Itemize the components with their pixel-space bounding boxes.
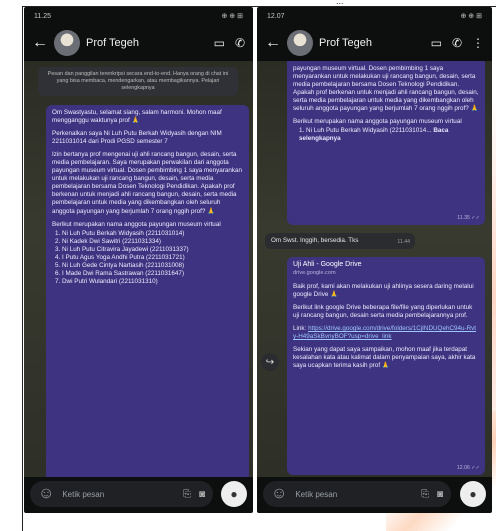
- message-text: payungan museum virtual. Dosen pembimbin…: [293, 65, 479, 113]
- list-item: 1. Ni Luh Putu Berkah Widyasih (22110310…: [299, 127, 449, 143]
- link-preview-title[interactable]: Uji Ahli - Google Drive: [293, 261, 479, 270]
- list-item: Ni Luh Putu Berkah Widyasih (2211031014): [62, 230, 243, 238]
- emoji-icon[interactable]: ☺: [38, 485, 54, 503]
- chat-area[interactable]: payungan museum virtual. Dosen pembimbin…: [257, 61, 492, 477]
- list-item: Dwi Putri Wulandari (2211031310): [62, 278, 243, 286]
- message-time: 11.35 ✓✓: [457, 215, 480, 222]
- link-preview-domain: drive.google.com: [293, 269, 336, 276]
- message-text: Om Swst. Inggih, bersedia. Tks: [271, 237, 359, 244]
- chat-header: ← Prof Tegeh ▭ ✆: [24, 27, 253, 59]
- message-text: Sekian yang dapat saya sampaikan, mohon …: [293, 346, 476, 370]
- status-bar: 11.25 ⊕ ⊕ ⊞: [24, 7, 253, 25]
- chat-header: ← Prof Tegeh ▭ ✆ ⋮: [257, 27, 492, 59]
- avatar[interactable]: [54, 30, 80, 56]
- video-call-icon[interactable]: ▭: [214, 36, 225, 50]
- message-text: Berikut link google Drive beberapa file/…: [293, 304, 473, 320]
- chat-area[interactable]: Pesan dan panggilan terenkripsi secara e…: [24, 61, 253, 477]
- more-options-icon[interactable]: ⋮: [472, 36, 484, 50]
- message-text: Baik prof, kami akan melakukan uji ahlin…: [293, 283, 474, 299]
- message-composer[interactable]: ☺ Ketik pesan ⎘ ◙: [263, 481, 451, 507]
- status-time: 12.07: [267, 12, 285, 20]
- back-arrow-icon[interactable]: ←: [265, 34, 283, 52]
- outgoing-message[interactable]: payungan museum virtual. Dosen pembimbin…: [287, 61, 485, 225]
- screenshot-right: 12.07 ⊕ ⊕ ⊞ ← Prof Tegeh ▭ ✆ ⋮ payungan …: [257, 7, 492, 513]
- header-partial-text: ...: [336, 0, 344, 6]
- status-bar: 12.07 ⊕ ⊕ ⊞: [257, 7, 492, 25]
- list-item: I Made Dwi Rama Sastrawan (2211031647): [62, 270, 243, 278]
- attach-icon[interactable]: ⎘: [421, 489, 429, 500]
- status-icons: ⊕ ⊕ ⊞: [460, 13, 483, 20]
- video-call-icon[interactable]: ▭: [431, 36, 442, 50]
- message-text: Berikut merupakan nama anggota payungan …: [293, 118, 462, 126]
- message-text: Perkenalkan saya Ni Luh Putu Berkah Widy…: [52, 130, 222, 146]
- back-arrow-icon[interactable]: ←: [32, 34, 50, 52]
- list-item: Ni Kadek Dwi Sawitri (2211031334): [62, 238, 243, 246]
- message-time: 12.06 ✓✓: [456, 465, 480, 472]
- mic-button[interactable]: ●: [221, 481, 247, 507]
- mic-button[interactable]: ●: [460, 481, 486, 507]
- member-name: Ni Luh Putu Berkah Widyasih (2211031014.…: [306, 127, 432, 135]
- list-item: Ni Luh Putu Citravira Jayadewi (22110313…: [62, 246, 243, 254]
- avatar[interactable]: [287, 30, 313, 56]
- encryption-notice[interactable]: Pesan dan panggilan terenkripsi secara e…: [38, 67, 238, 96]
- phone-call-icon[interactable]: ✆: [235, 36, 245, 50]
- link-label: Link:: [293, 325, 307, 333]
- member-list: Ni Luh Putu Berkah Widyasih (2211031014)…: [52, 230, 243, 286]
- message-input[interactable]: Ketik pesan: [295, 490, 413, 499]
- screenshot-left: 11.25 ⊕ ⊕ ⊞ ← Prof Tegeh ▭ ✆ Pesan dan p…: [24, 7, 253, 513]
- status-time: 11.25: [34, 12, 51, 20]
- list-item: I Putu Agus Yoga Andhi Putra (2211031721…: [62, 254, 243, 262]
- message-text: Link: https://drive.google.com/drive/fol…: [293, 325, 479, 341]
- message-text: Om Swastyastu, selamat siang, salam harm…: [52, 109, 222, 125]
- message-time: 11.44: [397, 239, 410, 246]
- emoji-icon[interactable]: ☺: [271, 485, 287, 503]
- phone-call-icon[interactable]: ✆: [452, 36, 462, 50]
- incoming-message[interactable]: Om Swst. Inggih, bersedia. Tks 11.44: [265, 233, 415, 249]
- camera-icon[interactable]: ◙: [437, 489, 443, 500]
- message-composer[interactable]: ☺ Ketik pesan ⎘ ◙: [30, 481, 213, 507]
- drive-link[interactable]: https://drive.google.com/drive/folders/1…: [293, 325, 476, 340]
- contact-name[interactable]: Prof Tegeh: [319, 37, 421, 49]
- camera-icon[interactable]: ◙: [199, 489, 205, 500]
- outgoing-message[interactable]: Om Swastyastu, selamat siang, salam harm…: [46, 105, 249, 477]
- outgoing-message[interactable]: Uji Ahli - Google Drive drive.google.com…: [287, 257, 485, 475]
- contact-name[interactable]: Prof Tegeh: [86, 37, 204, 49]
- status-icons: ⊕ ⊕ ⊞: [221, 13, 244, 20]
- message-input[interactable]: Ketik pesan: [62, 490, 175, 499]
- message-text: Berikut merupakan nama anggota payungan …: [52, 220, 221, 228]
- forward-icon[interactable]: ↪: [261, 353, 279, 371]
- attach-icon[interactable]: ⎘: [183, 489, 191, 500]
- message-text: Izin bertanya prof mengenai uji ahli ran…: [52, 151, 243, 215]
- list-item: Ni Luh Gede Cintya Nartiasih (2211031008…: [62, 262, 243, 270]
